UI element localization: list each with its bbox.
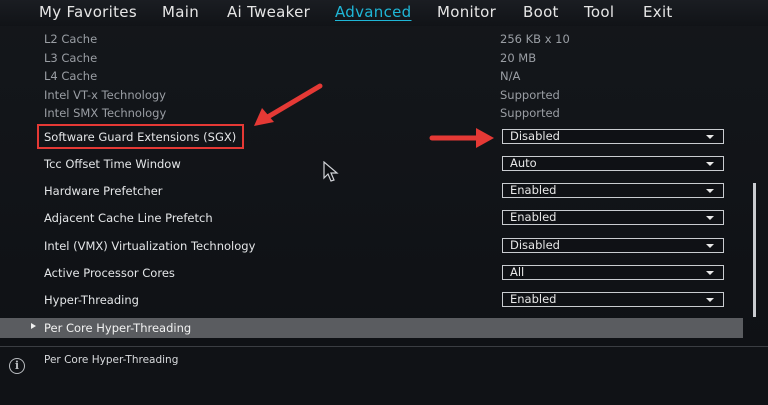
adjacent-cache-dropdown[interactable]: Enabled [502,210,724,225]
sgx-dropdown[interactable]: Disabled [502,129,724,144]
top-menu-bar: My Favorites Main Ai Tweaker Advanced Mo… [0,0,768,26]
scrollbar-thumb[interactable] [753,183,756,317]
info-value-vtx: Supported [500,88,560,102]
setting-label-tcc-offset: Tcc Offset Time Window [44,157,181,171]
chevron-down-icon [706,189,714,193]
chevron-down-icon [706,162,714,166]
info-label-l2-cache: L2 Cache [44,32,98,46]
menu-monitor[interactable]: Monitor [437,3,496,21]
annotation-arrow-left [254,83,323,126]
chevron-down-icon [706,135,714,139]
bios-screen: My Favorites Main Ai Tweaker Advanced Mo… [0,0,768,405]
annotation-arrow-right [429,128,494,148]
info-icon: i [9,358,25,374]
menu-main[interactable]: Main [162,3,199,21]
menu-advanced[interactable]: Advanced [335,3,412,21]
active-cores-dropdown-value: All [510,265,525,279]
tcc-offset-dropdown[interactable]: Auto [502,156,724,171]
chevron-down-icon [706,216,714,220]
info-label-l3-cache: L3 Cache [44,51,98,65]
adjacent-cache-dropdown-value: Enabled [510,210,557,224]
menu-tool[interactable]: Tool [584,3,614,21]
menu-boot[interactable]: Boot [523,3,559,21]
chevron-down-icon [706,298,714,302]
setting-label-active-cores: Active Processor Cores [44,266,175,280]
hyper-threading-dropdown-value: Enabled [510,292,557,306]
tcc-offset-dropdown-value: Auto [510,156,537,170]
setting-label-adjacent-cache: Adjacent Cache Line Prefetch [44,211,213,225]
info-value-l4-cache: N/A [500,69,521,83]
info-value-l2-cache: 256 KB x 10 [500,32,570,46]
sgx-dropdown-value: Disabled [510,129,560,143]
hw-prefetcher-dropdown-value: Enabled [510,183,557,197]
menu-ai-tweaker[interactable]: Ai Tweaker [227,3,310,21]
info-label-smx: Intel SMX Technology [44,106,167,120]
help-panel: i Per Core Hyper-Threading [0,346,768,405]
setting-label-vmx: Intel (VMX) Virtualization Technology [44,239,256,253]
chevron-down-icon [706,271,714,275]
setting-label-hyper-threading: Hyper-Threading [44,293,139,307]
settings-list: L2 Cache 256 KB x 10 L3 Cache 20 MB L4 C… [0,26,768,346]
triangle-right-icon [31,323,36,329]
hw-prefetcher-dropdown[interactable]: Enabled [502,183,724,198]
setting-label-sgx: Software Guard Extensions (SGX) [44,130,237,144]
info-label-vtx: Intel VT-x Technology [44,88,166,102]
info-value-smx: Supported [500,106,560,120]
vmx-dropdown-value: Disabled [510,238,560,252]
mouse-cursor-icon [323,161,339,182]
vmx-dropdown[interactable]: Disabled [502,238,724,253]
help-text: Per Core Hyper-Threading [44,354,179,366]
hyper-threading-dropdown[interactable]: Enabled [502,292,724,307]
chevron-down-icon [706,244,714,248]
menu-exit[interactable]: Exit [643,3,673,21]
menu-my-favorites[interactable]: My Favorites [39,3,137,21]
submenu-label: Per Core Hyper-Threading [44,321,192,335]
active-cores-dropdown[interactable]: All [502,265,724,280]
info-label-l4-cache: L4 Cache [44,69,98,83]
info-value-l3-cache: 20 MB [500,51,537,65]
setting-label-hw-prefetcher: Hardware Prefetcher [44,184,163,198]
